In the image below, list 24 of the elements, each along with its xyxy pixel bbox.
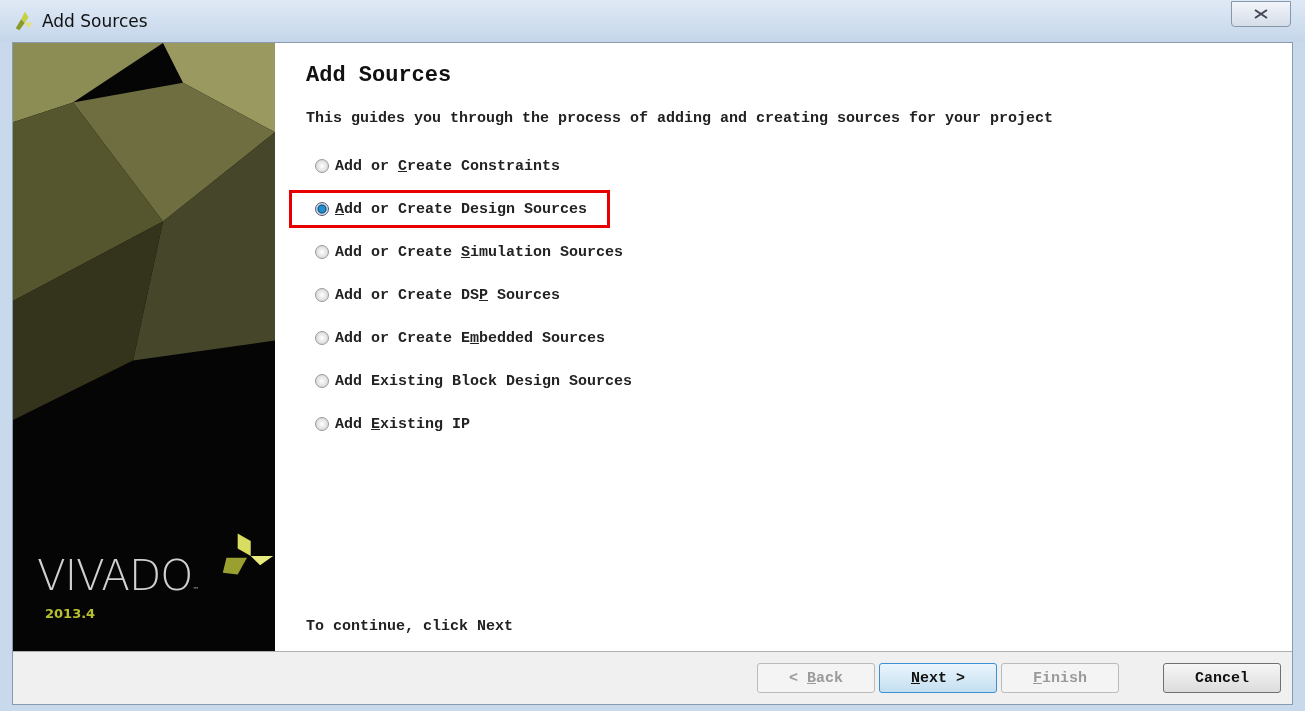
radio-button[interactable] <box>315 288 329 302</box>
radio-button[interactable] <box>315 202 329 216</box>
option-label[interactable]: Add or Create Design Sources <box>335 200 588 218</box>
option-label[interactable]: Add Existing IP <box>335 415 471 433</box>
window-title: Add Sources <box>42 11 148 31</box>
option-label[interactable]: Add or Create DSP Sources <box>335 286 561 304</box>
radio-button[interactable] <box>315 331 329 345</box>
cancel-button[interactable]: Cancel <box>1163 663 1281 693</box>
radio-button[interactable] <box>315 245 329 259</box>
close-icon <box>1254 9 1268 19</box>
hint-text: To continue, click Next <box>306 618 515 635</box>
radio-button[interactable] <box>315 159 329 173</box>
next-button[interactable]: Next > <box>879 663 997 693</box>
radio-button[interactable] <box>315 374 329 388</box>
close-button[interactable] <box>1231 1 1291 27</box>
version-text: 2013.4 <box>45 606 97 621</box>
option-label[interactable]: Add or Create Simulation Sources <box>335 243 624 261</box>
page-heading: Add Sources <box>306 63 453 88</box>
radio-button[interactable] <box>315 417 329 431</box>
description-text: This guides you through the process of adding and creating sources for your project <box>306 110 1055 127</box>
option-label[interactable]: Add or Create Embedded Sources <box>335 329 606 347</box>
logo-text: VIVADO <box>37 551 193 600</box>
option-label[interactable]: Add Existing Block Design Sources <box>335 372 633 390</box>
option-label[interactable]: Add or Create Constraints <box>335 157 561 175</box>
